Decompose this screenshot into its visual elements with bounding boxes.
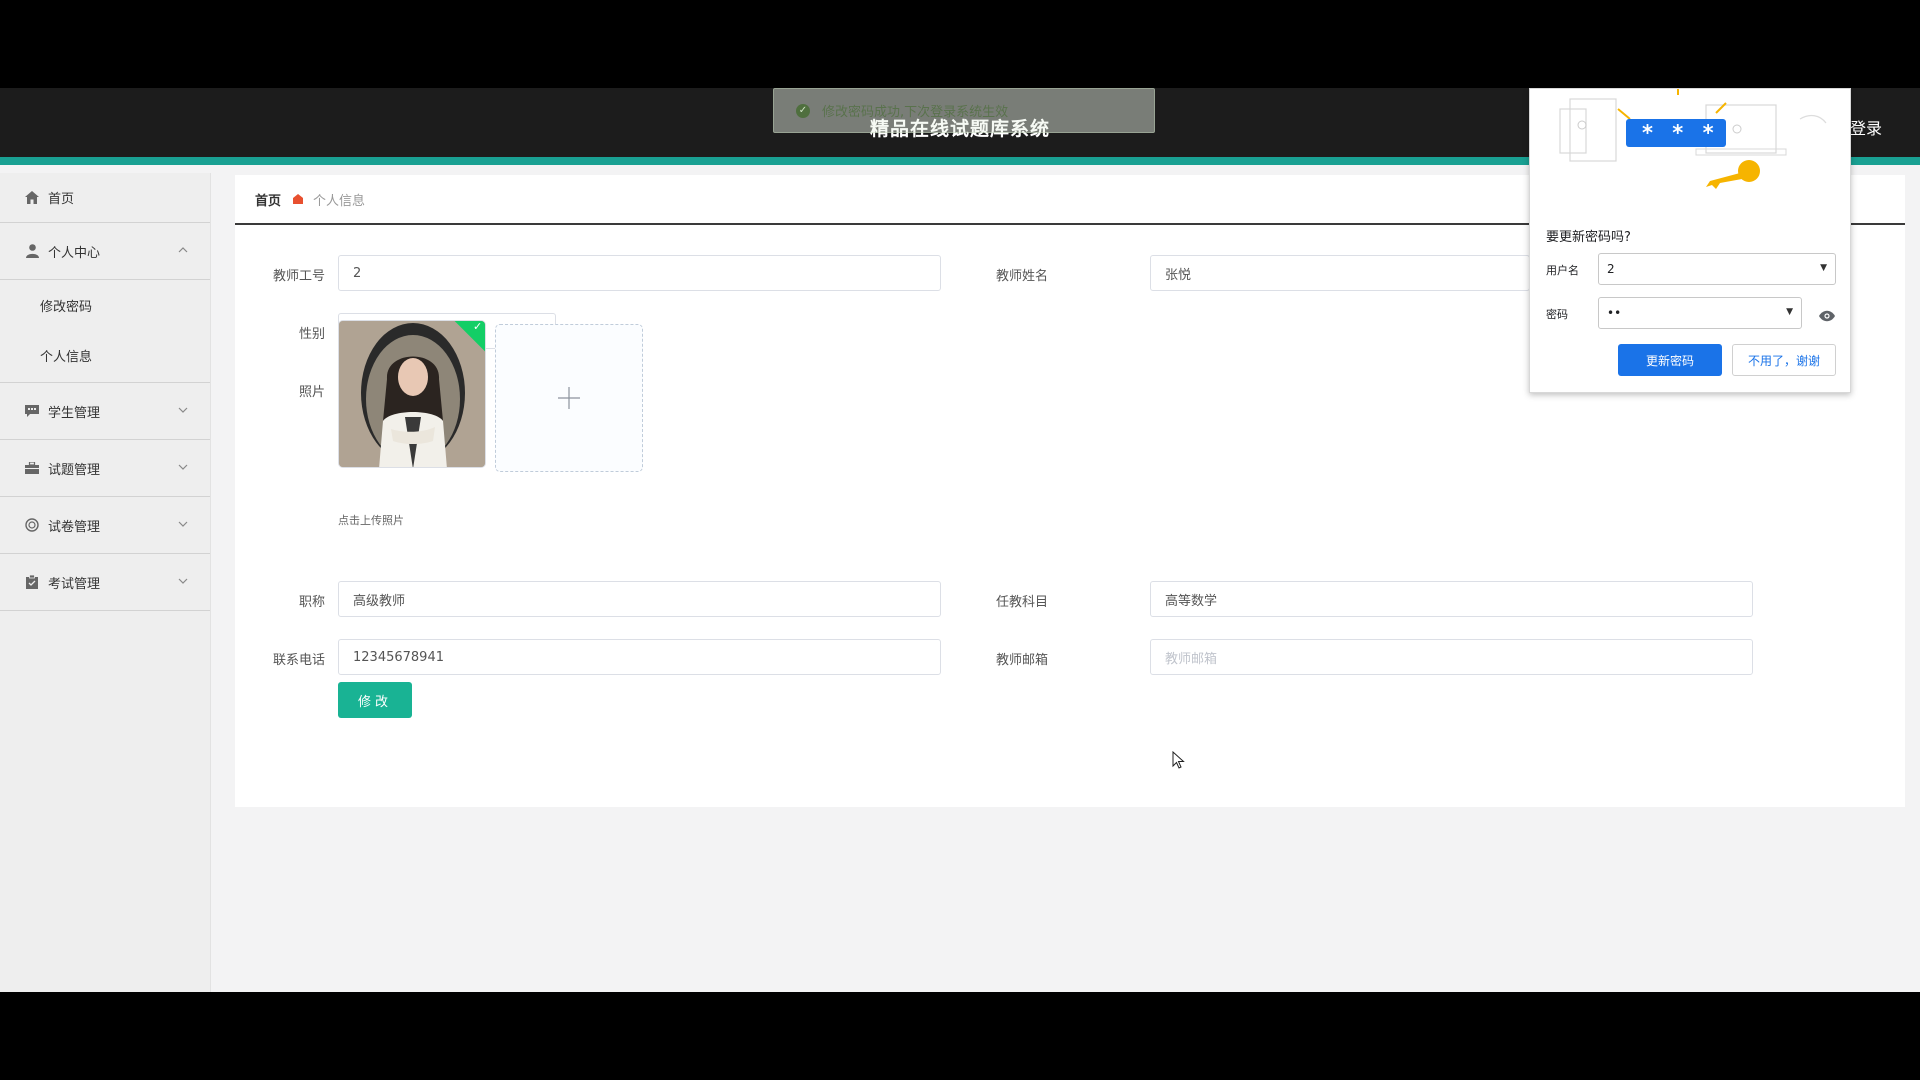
mouse-cursor-icon <box>1172 751 1185 769</box>
chevron-down-icon <box>178 517 188 530</box>
sidebar-item-label: 学生管理 <box>48 405 101 421</box>
user-icon <box>24 243 40 259</box>
sidebar-item-personal-center[interactable]: 个人中心 <box>0 223 210 280</box>
letterbox-top <box>0 0 1920 88</box>
uploaded-photo[interactable]: ✓ <box>338 320 486 468</box>
breadcrumb-separator-icon <box>293 194 304 204</box>
teacher-id-label: 教师工号 <box>272 269 325 284</box>
sidebar-item-question-management[interactable]: 试题管理 <box>0 440 210 497</box>
home-icon <box>24 190 40 206</box>
password-select[interactable]: •• ▼ <box>1598 297 1802 329</box>
sidebar-item-personal-info[interactable]: 个人信息 <box>0 330 210 380</box>
sidebar-item-home[interactable]: 首页 <box>0 173 210 223</box>
toast-message: 修改密码成功,下次登录系统生效 <box>822 105 1009 120</box>
update-password-button[interactable]: 更新密码 <box>1618 344 1722 376</box>
success-toast: ✓ 修改密码成功,下次登录系统生效 <box>773 88 1155 133</box>
briefcase-icon <box>24 460 40 476</box>
login-link[interactable]: 登录 <box>1850 115 1882 139</box>
phone-label: 联系电话 <box>272 653 325 668</box>
job-title-input[interactable]: 高级教师 <box>338 581 941 617</box>
teacher-id-input[interactable]: 2 <box>338 255 941 291</box>
chevron-down-icon <box>178 574 188 587</box>
chat-icon <box>24 403 40 419</box>
upload-photo-button[interactable] <box>495 324 643 472</box>
chevron-down-icon <box>178 460 188 473</box>
sidebar-item-change-password[interactable]: 修改密码 <box>0 280 210 330</box>
password-value: •• <box>1607 306 1622 320</box>
personal-center-submenu: 修改密码 个人信息 <box>0 280 210 383</box>
password-dialog-title: 要更新密码吗? <box>1546 230 1631 245</box>
sidebar-item-label: 试题管理 <box>48 462 101 478</box>
app-window: 精品在线试题库系统 登录 ✓ 修改密码成功,下次登录系统生效 首页 个人中心 修… <box>0 88 1920 992</box>
password-label: 密码 <box>1546 308 1568 321</box>
eye-icon[interactable] <box>1819 310 1835 324</box>
breadcrumb-current: 个人信息 <box>313 193 366 209</box>
subject-input[interactable]: 高等数学 <box>1150 581 1753 617</box>
clipboard-icon <box>24 574 40 590</box>
success-check-icon: ✓ <box>796 103 810 118</box>
teacher-photo-image <box>339 321 485 467</box>
sidebar-item-label: 试卷管理 <box>48 519 101 535</box>
upload-hint: 点击上传照片 <box>338 514 404 527</box>
sidebar-item-label: 考试管理 <box>48 576 101 592</box>
circle-icon <box>24 517 40 533</box>
subject-label: 任教科目 <box>995 595 1048 610</box>
sidebar-item-label: 首页 <box>48 192 75 207</box>
teacher-name-input[interactable]: 张悦 <box>1150 255 1530 291</box>
email-label: 教师邮箱 <box>995 653 1048 668</box>
sidebar-item-exam-management[interactable]: 考试管理 <box>0 554 210 611</box>
no-thanks-button[interactable]: 不用了，谢谢 <box>1732 344 1836 376</box>
submit-button[interactable]: 修改 <box>338 682 412 718</box>
check-icon: ✓ <box>473 320 483 333</box>
username-label: 用户名 <box>1546 264 1579 277</box>
chevron-down-icon <box>178 403 188 416</box>
dropdown-arrow-icon: ▼ <box>1786 307 1793 317</box>
teacher-name-label: 教师姓名 <box>995 269 1048 284</box>
letterbox-bottom <box>0 992 1920 1080</box>
chevron-up-icon <box>178 243 188 256</box>
dropdown-arrow-icon: ▼ <box>1820 263 1827 273</box>
illustration-mask-text: * * * <box>1642 121 1720 145</box>
job-title-label: 职称 <box>298 595 325 610</box>
gender-label: 性别 <box>298 327 325 342</box>
password-update-dialog: * * * 要更新密码吗? 用户名 2 ▼ 密码 •• ▼ 更新密码 不用了，谢… <box>1529 88 1851 393</box>
username-value: 2 <box>1607 262 1615 276</box>
username-select[interactable]: 2 ▼ <box>1598 253 1836 285</box>
breadcrumb-home[interactable]: 首页 <box>255 190 281 209</box>
email-input[interactable]: 教师邮箱 <box>1150 639 1753 675</box>
sidebar-item-paper-management[interactable]: 试卷管理 <box>0 497 210 554</box>
sidebar: 首页 个人中心 修改密码 个人信息 学生管理 试题管理 试卷管理 考试管理 <box>0 173 211 992</box>
sidebar-item-student-management[interactable]: 学生管理 <box>0 383 210 440</box>
sidebar-item-label: 个人中心 <box>48 245 101 261</box>
phone-input[interactable]: 12345678941 <box>338 639 941 675</box>
photo-label: 照片 <box>298 385 325 400</box>
plus-icon <box>558 387 580 409</box>
